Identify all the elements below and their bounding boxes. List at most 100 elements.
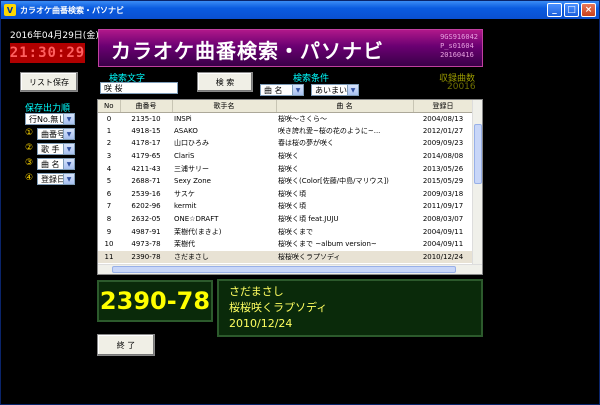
cell-artist: さだまさし (172, 250, 276, 264)
cell-artist: 三浦サリー (174, 164, 209, 173)
column-header-no[interactable]: No (98, 100, 121, 113)
app-icon: V (4, 4, 16, 16)
field-select[interactable]: 曲 名 ▼ (260, 84, 304, 96)
cell-date: 2004/09/11 (422, 227, 464, 236)
table-row[interactable]: 3 4179-65 ClariS 桜咲く 2014/08/08 (98, 150, 473, 163)
table-row[interactable]: 10 4973-78 茉樹代 桜咲くまで ~album version~ 2004/09… (98, 238, 473, 251)
order-number-2: ② (25, 143, 34, 153)
chevron-down-icon[interactable]: ▼ (63, 174, 74, 184)
cell-title: 桜咲く(Color[佐藤/中島/マリウス]) (278, 177, 389, 186)
column-header-date[interactable]: 登録日 (413, 100, 474, 113)
match-select[interactable]: あいまい ▼ (311, 84, 359, 96)
cell-date: 2013/05/26 (422, 164, 464, 173)
cell-title: 桜咲く頃 (278, 202, 306, 211)
cell-date: 2014/08/08 (422, 152, 464, 161)
chevron-down-icon[interactable]: ▼ (347, 85, 358, 95)
save-list-button[interactable]: リスト保存 (20, 72, 78, 92)
selected-song-number: 2390-78 (97, 280, 213, 322)
order-select-3[interactable]: 曲 名 ▼ (37, 158, 75, 170)
cell-no: 0 (106, 114, 112, 123)
cell-artist: 茉樹代 (174, 240, 195, 249)
table-row[interactable]: 1 4918-15 ASAKO 咲き誇れ愛~桜の花のように~... 2012/01/27 (98, 125, 473, 138)
results-table[interactable]: No 曲番号 歌手名 曲 名 登録日 0 2135-10 INSPi 桜咲～さくら～ 2… (97, 99, 483, 275)
cell-date: 2015/05/29 (422, 177, 464, 186)
search-input[interactable]: 咲 桜 (100, 82, 178, 94)
table-header-row: No 曲番号 歌手名 曲 名 登録日 (98, 100, 474, 113)
selected-song-info: さだまさし 桜桜咲くラプソディ 2010/12/24 (217, 279, 483, 337)
cell-number: 2632-05 (131, 215, 161, 224)
table-row[interactable]: 2 4178-17 山口ひろみ 春は桜の夢が咲く 2009/09/23 (98, 137, 473, 150)
cell-date: 2004/08/13 (422, 114, 464, 123)
cell-no: 9 (106, 227, 112, 236)
chevron-down-icon[interactable]: ▼ (63, 159, 74, 169)
cell-artist: 茉樹代(まきよ) (174, 227, 222, 236)
order-number-4: ④ (25, 173, 34, 183)
cell-title: 桜咲くまで (278, 227, 313, 236)
cell-title: 桜桜咲くラプソディ (276, 250, 413, 264)
cell-number: 4973-78 (131, 240, 161, 249)
cell-artist: INSPi (174, 114, 192, 123)
vertical-scrollbar[interactable] (472, 100, 482, 265)
table-row[interactable]: 0 2135-10 INSPi 桜咲～さくら～ 2004/08/13 (98, 112, 473, 125)
chevron-down-icon[interactable]: ▼ (292, 85, 303, 95)
cell-number: 2539-16 (131, 189, 161, 198)
cell-no: 2 (106, 139, 112, 148)
order-select-1[interactable]: 曲番号 ▼ (37, 128, 75, 140)
cell-no: 3 (106, 152, 112, 161)
title-bar[interactable]: V カラオケ曲番検索・パソナビ _ □ × (1, 1, 599, 19)
cell-number: 2688-71 (131, 177, 161, 186)
exit-button[interactable]: 終 了 (97, 334, 155, 356)
cell-number: 4918-15 (131, 126, 161, 135)
maximize-button[interactable]: □ (564, 3, 579, 17)
cell-artist: サスケ (174, 189, 195, 198)
cell-artist: ONE☆DRAFT (174, 215, 219, 224)
cell-date: 2011/09/17 (422, 202, 464, 211)
cell-number: 4211-43 (131, 164, 161, 173)
order-number-1: ① (25, 128, 34, 138)
cell-date: 2009/09/23 (422, 139, 464, 148)
search-button[interactable]: 検 索 (197, 72, 253, 92)
cell-date: 2009/03/18 (422, 189, 464, 198)
cell-artist: ASAKO (174, 126, 198, 135)
cell-artist: ClariS (174, 152, 195, 161)
selected-title: 桜桜咲くラプソディ (229, 301, 328, 314)
table-row[interactable]: 5 2688-71 Sexy Zone 桜咲く(Color[佐藤/中島/マリウス]) 2… (98, 175, 473, 188)
window-title: カラオケ曲番検索・パソナビ (20, 5, 124, 15)
cell-no: 6 (106, 189, 112, 198)
table-row[interactable]: 4 4211-43 三浦サリー 桜咲く 2013/05/26 (98, 162, 473, 175)
chevron-down-icon[interactable]: ▼ (63, 114, 74, 124)
column-header-number[interactable]: 曲番号 (120, 100, 173, 113)
cell-title: 桜咲くまで ~album version~ (278, 240, 377, 249)
close-button[interactable]: × (581, 3, 596, 17)
scroll-thumb[interactable] (112, 266, 456, 273)
chevron-down-icon[interactable]: ▼ (63, 129, 74, 139)
scroll-thumb[interactable] (474, 124, 482, 184)
minimize-button[interactable]: _ (547, 3, 562, 17)
selected-date: 2010/12/24 (229, 317, 293, 330)
cell-artist: kermit (174, 202, 197, 211)
table-row[interactable]: 7 6202-96 kermit 桜咲く頃 2011/09/17 (98, 200, 473, 213)
cell-title: 桜咲く頃 (278, 189, 306, 198)
row-number-select[interactable]: 行No.無し ▼ (25, 113, 75, 125)
column-header-title[interactable]: 曲 名 (276, 100, 414, 113)
horizontal-scrollbar[interactable] (98, 264, 482, 274)
cell-no: 4 (106, 164, 112, 173)
condition-label: 検索条件 (293, 74, 330, 84)
clock-display: 21:30:29 (9, 43, 86, 63)
table-row[interactable]: 8 2632-05 ONE☆DRAFT 桜咲く頃 feat.JUJU 2008/03/0… (98, 213, 473, 226)
column-header-artist[interactable]: 歌手名 (172, 100, 277, 113)
order-select-4[interactable]: 登録日 ▼ (37, 173, 75, 185)
order-select-2[interactable]: 歌 手 ▼ (37, 143, 75, 155)
chevron-down-icon[interactable]: ▼ (63, 144, 74, 154)
app-banner: カラオケ曲番検索・パソナビ 9GS916042 P_s01604 2016041… (98, 29, 483, 67)
cell-date: 2012/01/27 (422, 126, 464, 135)
table-row[interactable]: 11 2390-78 さだまさし 桜桜咲くラプソディ 2010/12/24 (98, 250, 473, 264)
banner-title: カラオケ曲番検索・パソナビ (111, 39, 384, 63)
app-window: V カラオケ曲番検索・パソナビ _ □ × 2016年04月29日(金) 21:… (0, 0, 600, 405)
cell-no: 5 (106, 177, 112, 186)
table-row[interactable]: 6 2539-16 サスケ 桜咲く頃 2009/03/18 (98, 188, 473, 201)
table-row[interactable]: 9 4987-91 茉樹代(まきよ) 桜咲くまで 2004/09/11 (98, 225, 473, 238)
cell-no: 10 (104, 240, 114, 249)
cell-date: 2010/12/24 (413, 250, 473, 264)
cell-title: 咲き誇れ愛~桜の花のように~... (278, 126, 381, 135)
